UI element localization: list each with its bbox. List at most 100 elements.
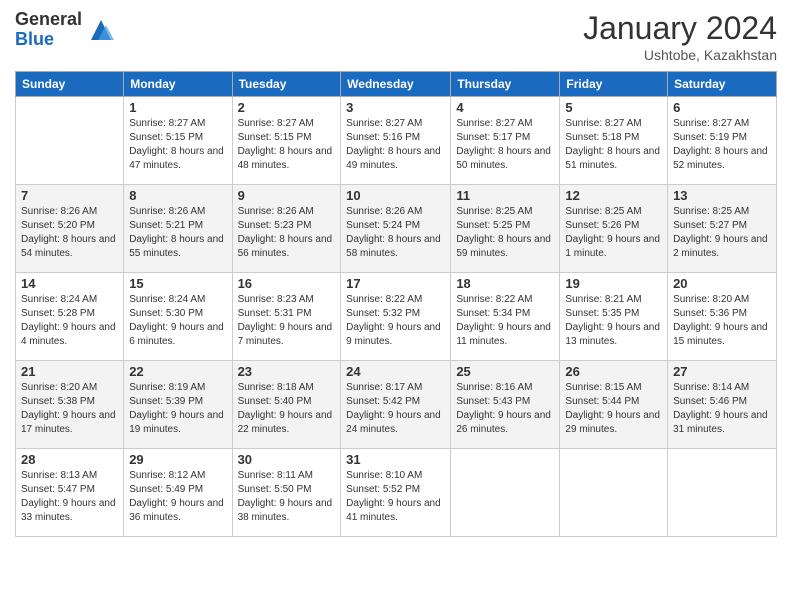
calendar-body: 1Sunrise: 8:27 AMSunset: 5:15 PMDaylight… [16, 97, 777, 537]
day-number: 25 [456, 364, 554, 379]
week-row-0: 1Sunrise: 8:27 AMSunset: 5:15 PMDaylight… [16, 97, 777, 185]
day-cell: 6 Sunrise: 8:27 AMSunset: 5:19 PMDaylight… [668, 97, 777, 185]
day-number: 3 [346, 100, 445, 115]
day-number: 27 [673, 364, 771, 379]
day-cell: 26 Sunrise: 8:15 AMSunset: 5:44 PMDayligh… [560, 361, 668, 449]
logo-blue: Blue [15, 30, 82, 50]
day-number: 11 [456, 188, 554, 203]
day-cell: 25 Sunrise: 8:16 AMSunset: 5:43 PMDayligh… [451, 361, 560, 449]
day-number: 26 [565, 364, 662, 379]
day-cell: 5 Sunrise: 8:27 AMSunset: 5:18 PMDaylight… [560, 97, 668, 185]
week-row-3: 21 Sunrise: 8:20 AMSunset: 5:38 PMDayligh… [16, 361, 777, 449]
day-number: 2 [238, 100, 336, 115]
day-cell: 7Sunrise: 8:26 AMSunset: 5:20 PMDaylight… [16, 185, 124, 273]
page: General Blue January 2024 Ushtobe, Kazak… [0, 0, 792, 612]
day-cell: 15 Sunrise: 8:24 AMSunset: 5:30 PMDayligh… [124, 273, 232, 361]
day-number: 20 [673, 276, 771, 291]
day-cell: 28 Sunrise: 8:13 AMSunset: 5:47 PMDayligh… [16, 449, 124, 537]
day-number: 15 [129, 276, 226, 291]
day-number: 10 [346, 188, 445, 203]
day-number: 23 [238, 364, 336, 379]
col-tuesday: Tuesday [232, 72, 341, 97]
day-info: Sunrise: 8:20 AMSunset: 5:38 PMDaylight:… [21, 381, 118, 437]
day-info: Sunrise: 8:15 AMSunset: 5:44 PMDaylight:… [565, 381, 662, 437]
header: General Blue January 2024 Ushtobe, Kazak… [15, 10, 777, 63]
day-number: 19 [565, 276, 662, 291]
day-info: Sunrise: 8:24 AMSunset: 5:28 PMDaylight:… [21, 293, 118, 349]
title-area: January 2024 Ushtobe, Kazakhstan [583, 10, 777, 63]
day-number: 22 [129, 364, 226, 379]
day-cell: 19 Sunrise: 8:21 AMSunset: 5:35 PMDayligh… [560, 273, 668, 361]
location: Ushtobe, Kazakhstan [583, 47, 777, 63]
day-info: Sunrise: 8:27 AMSunset: 5:19 PMDaylight:… [673, 117, 771, 173]
day-info: Sunrise: 8:26 AMSunset: 5:21 PMDaylight:… [129, 205, 226, 261]
day-number: 21 [21, 364, 118, 379]
day-number: 6 [673, 100, 771, 115]
day-info: Sunrise: 8:24 AMSunset: 5:30 PMDaylight:… [129, 293, 226, 349]
week-row-1: 7Sunrise: 8:26 AMSunset: 5:20 PMDaylight… [16, 185, 777, 273]
day-info: Sunrise: 8:26 AMSunset: 5:20 PMDaylight:… [21, 205, 118, 261]
day-number: 18 [456, 276, 554, 291]
day-info: Sunrise: 8:26 AMSunset: 5:23 PMDaylight:… [238, 205, 336, 261]
day-cell: 10Sunrise: 8:26 AMSunset: 5:24 PMDayligh… [341, 185, 451, 273]
col-friday: Friday [560, 72, 668, 97]
day-cell: 29 Sunrise: 8:12 AMSunset: 5:49 PMDayligh… [124, 449, 232, 537]
day-info: Sunrise: 8:20 AMSunset: 5:36 PMDaylight:… [673, 293, 771, 349]
calendar: Sunday Monday Tuesday Wednesday Thursday… [15, 71, 777, 537]
day-cell: 2Sunrise: 8:27 AMSunset: 5:15 PMDaylight… [232, 97, 341, 185]
day-cell: 14 Sunrise: 8:24 AMSunset: 5:28 PMDayligh… [16, 273, 124, 361]
day-cell: 1Sunrise: 8:27 AMSunset: 5:15 PMDaylight… [124, 97, 232, 185]
day-info: Sunrise: 8:25 AMSunset: 5:26 PMDaylight:… [565, 205, 662, 261]
day-cell: 30Sunrise: 8:11 AMSunset: 5:50 PMDayligh… [232, 449, 341, 537]
col-sunday: Sunday [16, 72, 124, 97]
day-number: 5 [565, 100, 662, 115]
week-row-2: 14 Sunrise: 8:24 AMSunset: 5:28 PMDayligh… [16, 273, 777, 361]
day-number: 24 [346, 364, 445, 379]
day-info: Sunrise: 8:25 AMSunset: 5:27 PMDaylight:… [673, 205, 771, 261]
day-cell: 17 Sunrise: 8:22 AMSunset: 5:32 PMDayligh… [341, 273, 451, 361]
day-number: 16 [238, 276, 336, 291]
day-cell: 16Sunrise: 8:23 AMSunset: 5:31 PMDayligh… [232, 273, 341, 361]
day-info: Sunrise: 8:27 AMSunset: 5:16 PMDaylight:… [346, 117, 445, 173]
day-info: Sunrise: 8:27 AMSunset: 5:17 PMDaylight:… [456, 117, 554, 173]
col-wednesday: Wednesday [341, 72, 451, 97]
day-number: 29 [129, 452, 226, 467]
logo-text: General Blue [15, 10, 82, 50]
day-info: Sunrise: 8:12 AMSunset: 5:49 PMDaylight:… [129, 469, 226, 525]
day-number: 4 [456, 100, 554, 115]
day-cell: 13Sunrise: 8:25 AMSunset: 5:27 PMDayligh… [668, 185, 777, 273]
day-info: Sunrise: 8:11 AMSunset: 5:50 PMDaylight:… [238, 469, 336, 525]
day-number: 28 [21, 452, 118, 467]
day-cell: 24 Sunrise: 8:17 AMSunset: 5:42 PMDayligh… [341, 361, 451, 449]
day-info: Sunrise: 8:14 AMSunset: 5:46 PMDaylight:… [673, 381, 771, 437]
day-number: 8 [129, 188, 226, 203]
calendar-header: Sunday Monday Tuesday Wednesday Thursday… [16, 72, 777, 97]
day-number: 14 [21, 276, 118, 291]
header-row: Sunday Monday Tuesday Wednesday Thursday… [16, 72, 777, 97]
day-cell: 18 Sunrise: 8:22 AMSunset: 5:34 PMDayligh… [451, 273, 560, 361]
day-number: 17 [346, 276, 445, 291]
day-cell: 4 Sunrise: 8:27 AMSunset: 5:17 PMDaylight… [451, 97, 560, 185]
day-info: Sunrise: 8:18 AMSunset: 5:40 PMDaylight:… [238, 381, 336, 437]
day-info: Sunrise: 8:13 AMSunset: 5:47 PMDaylight:… [21, 469, 118, 525]
day-cell: 9Sunrise: 8:26 AMSunset: 5:23 PMDaylight… [232, 185, 341, 273]
day-info: Sunrise: 8:16 AMSunset: 5:43 PMDaylight:… [456, 381, 554, 437]
logo-general: General [15, 10, 82, 30]
day-info: Sunrise: 8:17 AMSunset: 5:42 PMDaylight:… [346, 381, 445, 437]
day-cell: 21 Sunrise: 8:20 AMSunset: 5:38 PMDayligh… [16, 361, 124, 449]
day-info: Sunrise: 8:25 AMSunset: 5:25 PMDaylight:… [456, 205, 554, 261]
day-info: Sunrise: 8:21 AMSunset: 5:35 PMDaylight:… [565, 293, 662, 349]
day-cell: 8 Sunrise: 8:26 AMSunset: 5:21 PMDaylight… [124, 185, 232, 273]
day-cell: 3 Sunrise: 8:27 AMSunset: 5:16 PMDaylight… [341, 97, 451, 185]
day-number: 31 [346, 452, 445, 467]
day-info: Sunrise: 8:22 AMSunset: 5:34 PMDaylight:… [456, 293, 554, 349]
day-cell [16, 97, 124, 185]
day-cell: 11 Sunrise: 8:25 AMSunset: 5:25 PMDayligh… [451, 185, 560, 273]
day-cell: 23 Sunrise: 8:18 AMSunset: 5:40 PMDayligh… [232, 361, 341, 449]
day-cell: 20 Sunrise: 8:20 AMSunset: 5:36 PMDayligh… [668, 273, 777, 361]
day-info: Sunrise: 8:22 AMSunset: 5:32 PMDaylight:… [346, 293, 445, 349]
day-info: Sunrise: 8:27 AMSunset: 5:18 PMDaylight:… [565, 117, 662, 173]
day-cell [451, 449, 560, 537]
week-row-4: 28 Sunrise: 8:13 AMSunset: 5:47 PMDayligh… [16, 449, 777, 537]
day-number: 1 [129, 100, 226, 115]
